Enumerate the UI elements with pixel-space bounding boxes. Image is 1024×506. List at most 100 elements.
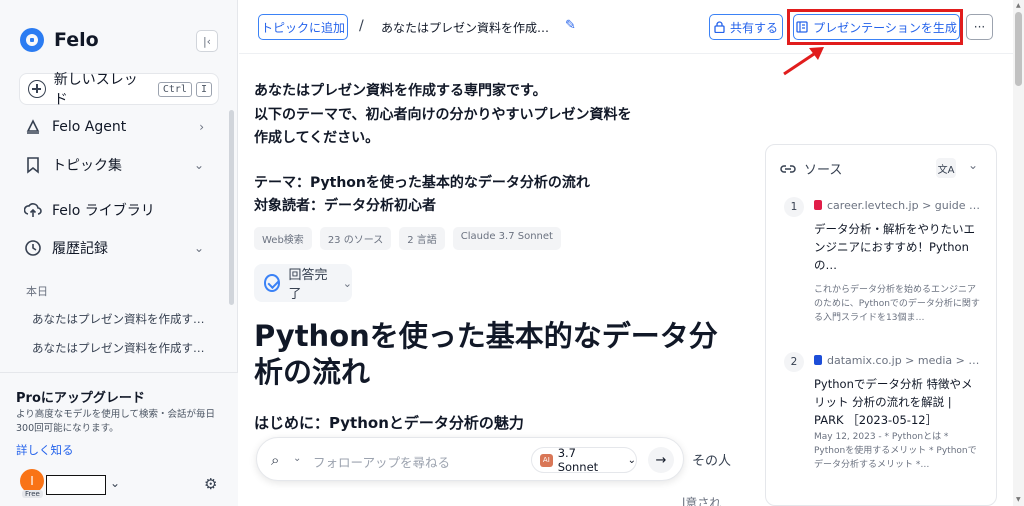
- scrollbar-thumb[interactable]: [1015, 12, 1022, 86]
- status-label: 回答完了: [288, 268, 328, 302]
- chevron-down-icon[interactable]: ⌄: [293, 453, 301, 464]
- sidebar-item-topics[interactable]: トピック集 ⌄: [24, 155, 204, 175]
- answer-meta-tags: Web検索 23 のソース 2 言語 Claude 3.7 Sonnet: [254, 227, 561, 250]
- search-icon[interactable]: ⌕: [271, 451, 279, 469]
- favicon-icon: [814, 200, 822, 210]
- answer-heading: Pythonを使った基本的なデータ分析の流れ: [254, 319, 718, 389]
- user-name-redacted[interactable]: [46, 475, 106, 495]
- source-site-text: career.levtech.jp > guide …: [827, 199, 981, 212]
- chevron-down-icon: ⌄: [193, 158, 204, 172]
- highlight-annotation-box: [787, 9, 963, 45]
- lock-icon: [714, 21, 725, 33]
- sidebar-item-felo-agent[interactable]: Felo Agent ›: [24, 118, 204, 136]
- prompt-line: 作成してください。: [254, 130, 380, 146]
- share-button[interactable]: 共有する: [709, 14, 783, 40]
- edit-icon[interactable]: ✎: [565, 18, 576, 33]
- prompt-line: 以下のテーマで、初心者向けの分かりやすいプレゼン資料を: [254, 106, 632, 123]
- upgrade-description: より高度なモデルを使用して検索・会話が毎日300回可能になります。: [16, 409, 216, 434]
- favicon-icon: [814, 355, 822, 365]
- source-site: career.levtech.jp > guide …: [814, 199, 984, 212]
- sidebar: Felo |‹ 新しいスレッド Ctrl I Felo Agent › トピック…: [0, 0, 238, 506]
- source-snippet: May 12, 2023 - * Pythonとは * Pythonを使用するメ…: [814, 432, 977, 470]
- scroll-down-icon[interactable]: ▼: [1016, 496, 1021, 503]
- user-prompt: あなたはプレゼン資料を作成する専門家です。 以下のテーマで、初心者向けの分かりや…: [254, 80, 734, 219]
- link-icon: [780, 164, 796, 173]
- logo-text: Felo: [54, 29, 99, 51]
- scroll-up-icon[interactable]: ▲: [1016, 2, 1021, 9]
- share-label: 共有する: [729, 20, 778, 35]
- history-icon: [25, 240, 41, 256]
- anthropic-logo-icon: AI: [540, 453, 553, 467]
- chevron-down-icon: ⌄: [342, 276, 352, 290]
- history-section-label: 本日: [26, 285, 48, 298]
- prompt-line: [254, 151, 734, 172]
- sources-header: ソース: [780, 159, 842, 178]
- answer-status-toggle[interactable]: 回答完了 ⌄: [254, 264, 352, 302]
- new-thread-label: 新しいスレッド: [53, 72, 138, 108]
- history-item[interactable]: あなたはプレゼン資料を作成す…: [32, 311, 207, 327]
- source-site-text: datamix.co.jp > media > d…: [827, 354, 984, 367]
- tag-languages: 2 言語: [399, 227, 445, 250]
- tag-web-search: Web検索: [254, 227, 312, 250]
- collapse-sidebar-button[interactable]: |‹: [196, 30, 218, 52]
- add-to-topic-button[interactable]: トピックに追加: [258, 14, 348, 40]
- source-title: Pythonでデータ分析 特徴やメリット 分析の流れを解説 | PARK ［20…: [814, 377, 973, 427]
- upgrade-title: Proにアップグレード: [16, 391, 145, 406]
- chevron-down-icon: ⌄: [627, 454, 636, 466]
- send-button[interactable]: →: [648, 447, 674, 473]
- source-number: 2: [784, 352, 804, 372]
- arrow-right-icon: →: [655, 452, 667, 468]
- prompt-line: 対象読者：データ分析初心者: [254, 198, 436, 214]
- bookmark-icon: [27, 157, 39, 174]
- body-text-fragment: l意され: [682, 496, 722, 506]
- prompt-line: あなたはプレゼン資料を作成する専門家です。: [254, 83, 547, 99]
- thread-title: あなたはプレゼン資料を作成す…: [381, 21, 551, 35]
- check-circle-icon: [264, 274, 281, 292]
- history-item[interactable]: あなたはプレゼン資料を作成す…: [32, 340, 207, 356]
- sources-title: ソース: [804, 163, 843, 178]
- chevron-down-icon: ⌄: [193, 241, 204, 255]
- top-bar: トピックに追加 / あなたはプレゼン資料を作成す… ✎ 共有する プレゼンテーシ…: [239, 0, 1013, 54]
- translate-icon[interactable]: 文A: [936, 158, 956, 178]
- tag-sources: 23 のソース: [319, 227, 392, 250]
- upgrade-panel: Proにアップグレード より高度なモデルを使用して検索・会話が毎日300回可能に…: [0, 372, 238, 506]
- prompt-line: テーマ：Pythonを使った基本的なデータ分析の流れ: [254, 174, 590, 191]
- source-site: datamix.co.jp > media > d…: [814, 354, 984, 367]
- more-options-button[interactable]: ···: [966, 14, 993, 40]
- main-scrollbar[interactable]: ▲ ▼: [1013, 0, 1024, 506]
- followup-input[interactable]: フォローアップを尋ねる: [313, 452, 450, 471]
- shortcut-keys: Ctrl I: [157, 81, 212, 97]
- body-text-fragment: その人: [692, 454, 732, 469]
- source-title: データ分析・解析をやりたいエンジニアにおすすめ！Pythonの…: [814, 222, 975, 272]
- logo[interactable]: Felo: [20, 28, 99, 52]
- gear-icon[interactable]: ⚙: [204, 475, 217, 493]
- plan-badge: Free: [22, 490, 43, 498]
- chevron-down-icon[interactable]: ⌄: [968, 158, 978, 172]
- sidebar-item-library[interactable]: Felo ライブラリ: [24, 200, 204, 220]
- kbd-i: I: [195, 81, 212, 97]
- tag-model: Claude 3.7 Sonnet: [452, 227, 561, 250]
- learn-more-link[interactable]: 詳しく知る: [16, 442, 74, 458]
- agent-icon: [26, 119, 40, 134]
- app-window: Felo |‹ 新しいスレッド Ctrl I Felo Agent › トピック…: [0, 0, 1024, 506]
- sidebar-scrollbar[interactable]: [229, 110, 234, 305]
- new-thread-button[interactable]: 新しいスレッド Ctrl I: [19, 72, 219, 108]
- breadcrumb-separator: /: [359, 18, 364, 34]
- felo-logo-icon: [20, 28, 44, 52]
- model-selector[interactable]: AI 3.7 Sonnet ⌄: [531, 446, 637, 474]
- kbd-ctrl: Ctrl: [157, 81, 192, 97]
- sidebar-item-label: Felo ライブラリ: [52, 203, 155, 219]
- chevron-down-icon[interactable]: ⌄: [110, 476, 120, 490]
- plus-circle-icon: [28, 80, 46, 98]
- collapse-sidebar-icon: |‹: [202, 34, 212, 48]
- chevron-right-icon: ›: [199, 120, 204, 134]
- cloud-upload-icon: [24, 203, 42, 217]
- sources-panel: ソース 文A ⌄ 1 career.levtech.jp > guide … デ…: [765, 144, 997, 506]
- source-number: 1: [784, 197, 804, 217]
- sidebar-item-label: Felo Agent: [52, 119, 127, 135]
- sidebar-item-history[interactable]: 履歴記録 ⌄: [24, 238, 204, 258]
- sidebar-item-label: トピック集: [52, 158, 122, 174]
- sidebar-item-label: 履歴記録: [52, 241, 108, 257]
- source-snippet: これからデータ分析を始めるエンジニアのために、Pythonでのデータ分析に関する…: [814, 285, 980, 323]
- annotation-arrow-icon: [783, 47, 824, 76]
